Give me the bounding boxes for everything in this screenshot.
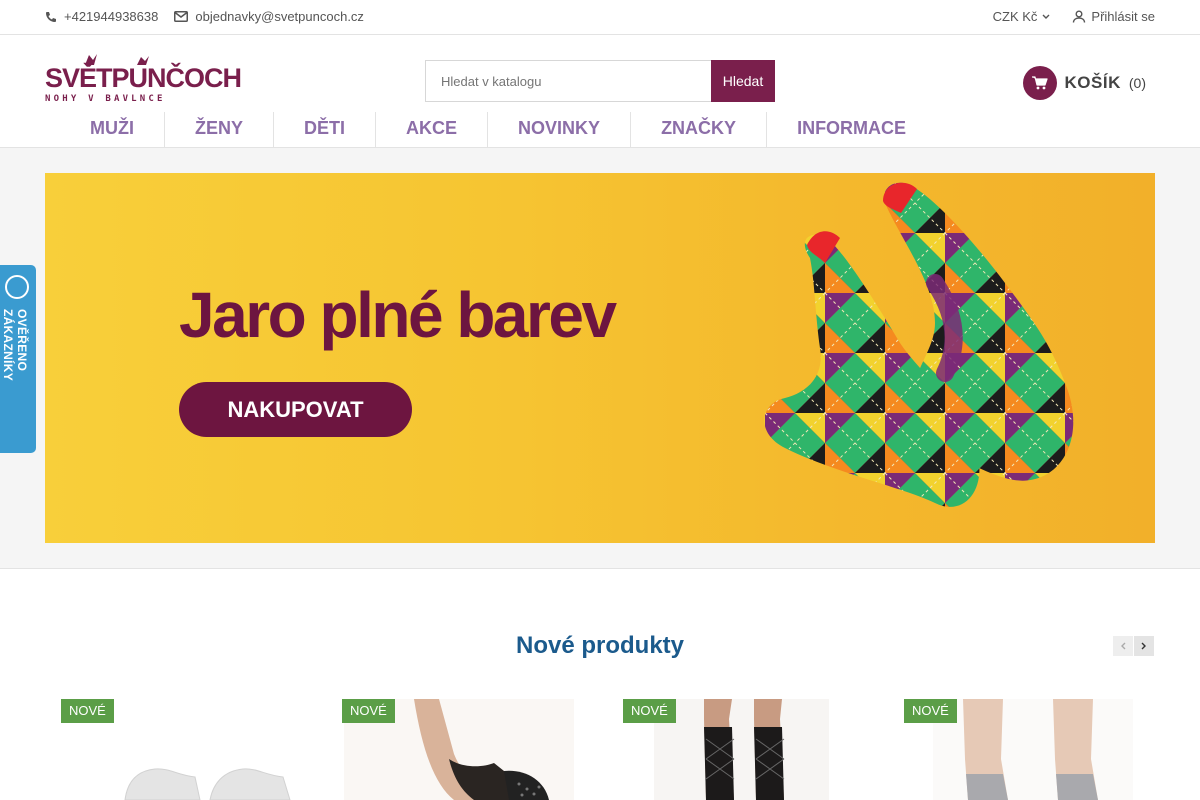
carousel-next-button[interactable] (1134, 636, 1154, 656)
top-bar: +421944938638 objednavky@svetpuncoch.cz … (0, 0, 1200, 35)
nav-item-zeny[interactable]: ŽENY (165, 112, 275, 148)
nav-item-znacky[interactable]: ZNAČKY (631, 112, 768, 148)
search-form: Hledat (425, 60, 775, 102)
carousel-prev-button[interactable] (1113, 636, 1133, 656)
cart-count: (0) (1128, 75, 1146, 91)
shop-now-button[interactable]: NAKUPOVAT (179, 382, 412, 437)
cart-icon (1031, 76, 1048, 90)
new-flag: NOVÉ (61, 699, 114, 723)
product-image (933, 699, 1133, 800)
verified-seal-icon (5, 275, 29, 299)
nav-item-akce[interactable]: AKCE (376, 112, 489, 148)
product-image (654, 699, 829, 800)
new-flag: NOVÉ (342, 699, 395, 723)
banner-headline: Jaro plné barev (179, 279, 617, 351)
nav-item-informace[interactable]: INFORMACE (767, 112, 936, 148)
main-nav: MUŽI ŽENY DĚTI AKCE NOVINKY ZNAČKY INFOR… (60, 112, 936, 148)
nav-item-novinky[interactable]: NOVINKY (488, 112, 632, 148)
product-carousel: NOVÉ NOVÉ NOVÉ NOVÉ (45, 699, 1155, 800)
verified-text: OVĚŘENO ZÁKAZNÍKY (1, 309, 29, 382)
contact-info: +421944938638 objednavky@svetpuncoch.cz (45, 9, 364, 24)
chevron-down-icon (1042, 14, 1050, 19)
verified-customers-badge[interactable]: OVĚŘENO ZÁKAZNÍKY (0, 265, 36, 453)
product-image (124, 768, 291, 800)
hero-banner[interactable]: Jaro plné barev NAKUPOVAT (45, 173, 1155, 543)
login-link[interactable]: Přihlásit se (1072, 9, 1155, 24)
new-products-title: Nové produkty (515, 632, 685, 659)
email-link[interactable]: objednavky@svetpuncoch.cz (174, 9, 364, 24)
search-button[interactable]: Hledat (711, 60, 775, 102)
phone-number: +421944938638 (64, 9, 159, 24)
currency-selector[interactable]: CZK Kč (993, 9, 1051, 24)
product-card[interactable]: NOVÉ (45, 699, 307, 800)
search-input[interactable] (425, 60, 711, 102)
product-card[interactable]: NOVÉ (326, 699, 588, 800)
chevron-left-icon (1121, 642, 1126, 650)
argyle-socks-image (764, 182, 1074, 507)
nav-item-muzi[interactable]: MUŽI (60, 112, 165, 148)
carousel-arrows (1113, 636, 1154, 656)
cart-icon-circle (1022, 66, 1057, 100)
header: SVĚTPUNČOCH NOHY V BAVLNCE Hledat KOŠÍK … (0, 35, 1200, 148)
login-label: Přihlásit se (1091, 9, 1155, 24)
hero-section: Jaro plné barev NAKUPOVAT (0, 148, 1200, 569)
product-card[interactable]: NOVÉ (888, 699, 1150, 800)
logo-brand: SVĚTPUNČOCH (45, 63, 242, 93)
new-flag: NOVÉ (904, 699, 957, 723)
site-logo[interactable]: SVĚTPUNČOCH NOHY V BAVLNCE (45, 53, 242, 105)
user-icon (1073, 10, 1086, 23)
email-address: objednavky@svetpuncoch.cz (195, 9, 364, 24)
new-flag: NOVÉ (623, 699, 676, 723)
product-card[interactable]: NOVÉ (607, 699, 869, 800)
phone-icon (46, 11, 56, 22)
cart-label: KOŠÍK (1064, 73, 1121, 92)
logo-tagline: NOHY V BAVLNCE (45, 94, 166, 104)
currency-label: CZK Kč (992, 9, 1038, 24)
envelope-icon (174, 11, 189, 22)
nav-item-deti[interactable]: DĚTI (274, 112, 377, 148)
cart-link[interactable]: KOŠÍK (0) (1022, 66, 1146, 100)
chevron-right-icon (1141, 642, 1146, 650)
phone-link[interactable]: +421944938638 (45, 9, 158, 24)
topbar-right: CZK Kč Přihlásit se (993, 9, 1155, 24)
